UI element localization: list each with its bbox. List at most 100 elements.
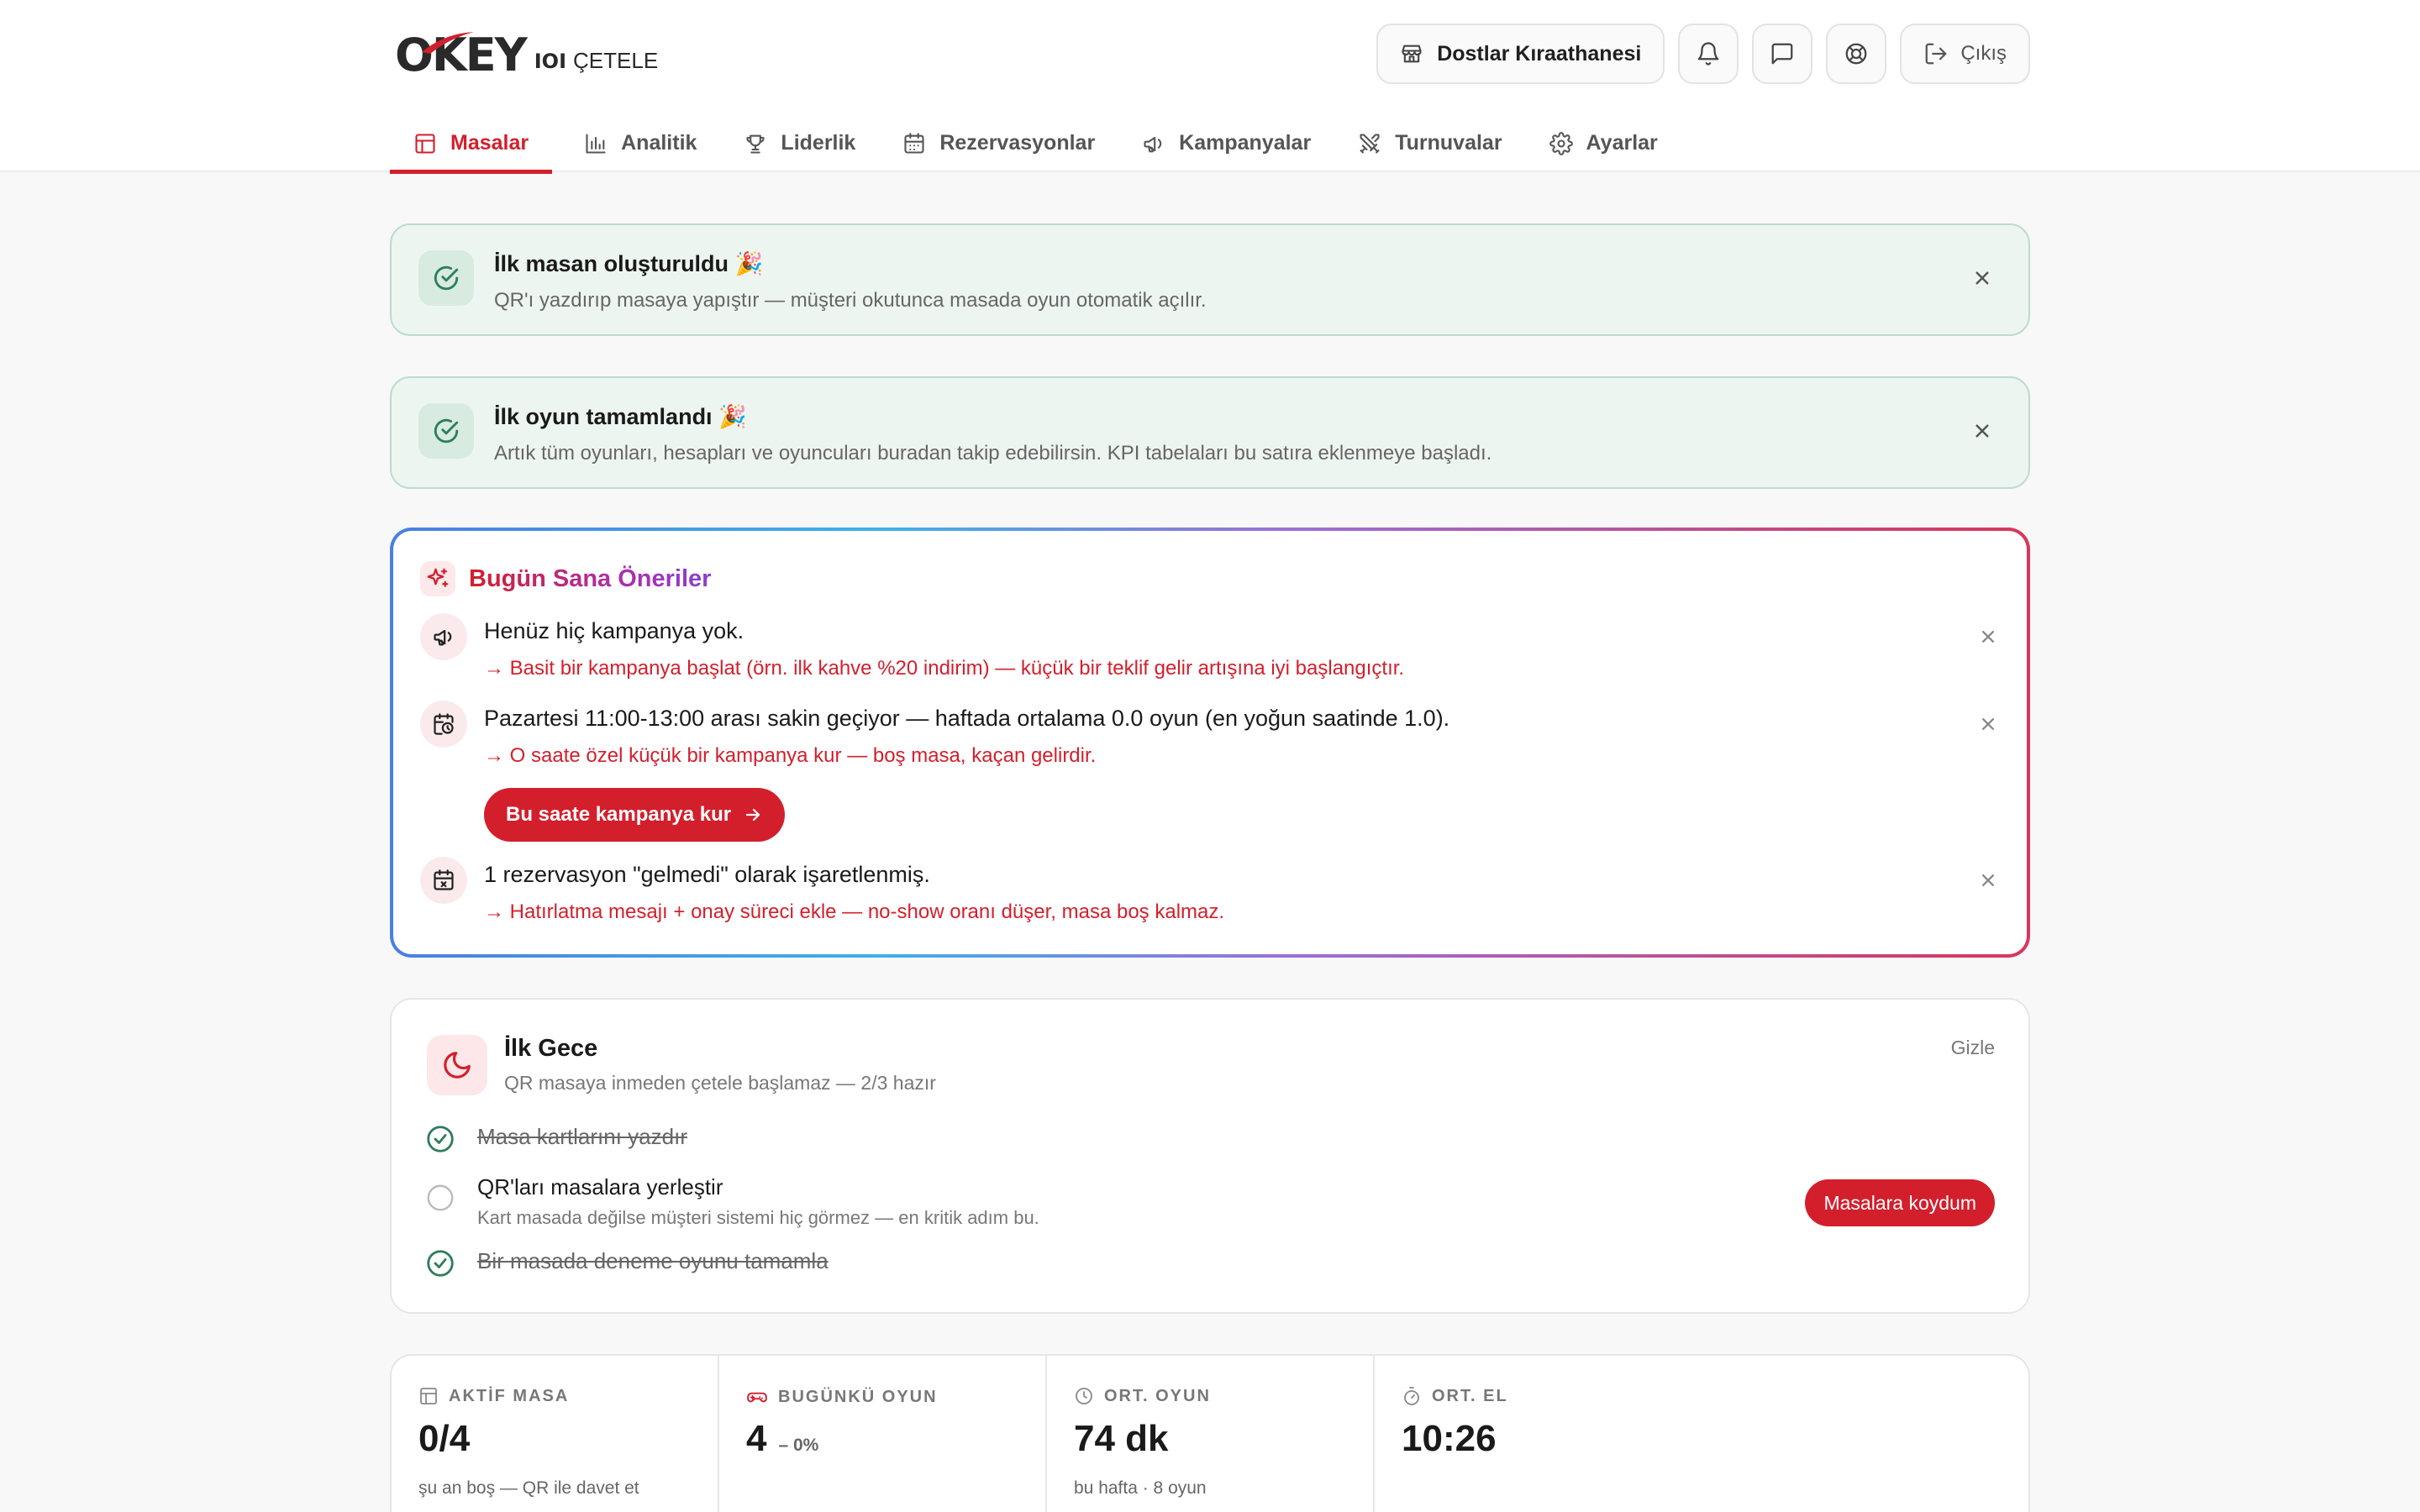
help-button[interactable] (1826, 24, 1887, 84)
close-icon (1975, 271, 1989, 285)
kpi-subtext: şu an boş — QR ile davet et (418, 1478, 639, 1498)
kpi-value: 10:26 (1402, 1418, 1497, 1459)
lifebuoy-icon (1845, 43, 1867, 65)
tab-turnuvalar[interactable]: Turnuvalar (1334, 114, 1525, 172)
moon-icon (427, 1035, 487, 1095)
kpi-card-active-tables: AKTİF MASA 0/4 şu an boş — QR ile davet … (392, 1356, 719, 1512)
kpi-value: 0/4 (418, 1418, 471, 1459)
empty-circle-icon (427, 1184, 454, 1211)
first-night-checklist-card: İlk Gece QR masaya inmeden çetele başlam… (390, 998, 2030, 1314)
banner-description: Artık tüm oyunları, hesapları ve oyuncul… (494, 442, 1492, 465)
megaphone-icon (420, 613, 467, 660)
kpi-label: ORT. OYUN (1104, 1386, 1211, 1405)
suggestion-action-link[interactable]: → Basit bir kampanya başlat (örn. ilk ka… (484, 657, 1404, 680)
success-banner-first-table: İlk masan oluşturuldu 🎉 QR'ı yazdırıp ma… (390, 223, 2030, 336)
kpi-label: ORT. EL (1432, 1386, 1508, 1405)
table-icon (420, 1388, 437, 1404)
kpi-strip: AKTİF MASA 0/4 şu an boş — QR ile davet … (390, 1354, 2030, 1512)
venue-selector-button[interactable]: Dostlar Kıraathanesi (1376, 24, 1665, 84)
chat-icon (1771, 43, 1793, 65)
check-circle-icon (418, 250, 474, 306)
checklist-step[interactable]: Masa kartlarını yazdır (425, 1124, 687, 1154)
banner-title: İlk masan oluşturuldu 🎉 (494, 251, 764, 276)
calendar-clock-icon (420, 701, 467, 748)
venue-name: Dostlar Kıraathanesi (1437, 41, 1642, 66)
mark-qr-placed-button[interactable]: Masalara koydum (1805, 1179, 1995, 1226)
suggestion-text: Henüz hiç kampanya yok. (484, 618, 744, 643)
suggestion-dismiss-button[interactable] (1976, 625, 2000, 648)
kpi-value: 74 dk (1074, 1418, 1169, 1459)
kpi-subtext: bu hafta · 8 oyun (1074, 1478, 1207, 1498)
close-icon (1982, 718, 1994, 730)
main-nav: Masalar Analitik Liderlik Rezervasyonlar… (390, 114, 1681, 174)
bell-icon (1697, 42, 1719, 66)
logout-icon (1925, 43, 1947, 65)
tab-ayarlar[interactable]: Ayarlar (1526, 114, 1681, 172)
gear-icon (1549, 131, 1573, 155)
suggestion-action-link[interactable]: → O saate özel küçük bir kampanya kur — … (484, 744, 1096, 768)
brand-logo[interactable]: OKEY IOI ÇETELE (395, 30, 658, 81)
tab-analitik[interactable]: Analitik (560, 114, 720, 172)
gamepad-icon (747, 1392, 767, 1403)
checklist-subtitle: QR masaya inmeden çetele başlamaz — 2/3 … (504, 1072, 936, 1094)
notifications-button[interactable] (1678, 24, 1739, 84)
suggestion-dismiss-button[interactable] (1976, 869, 2000, 892)
banner-description: QR'ı yazdırıp masaya yapıştır — müşteri … (494, 289, 1207, 312)
create-campaign-button[interactable]: Bu saate kampanya kur (484, 788, 786, 842)
banner-close-button[interactable] (1970, 418, 1995, 444)
check-circle-icon (427, 1126, 454, 1152)
clock-icon (1076, 1388, 1092, 1404)
swords-icon (1360, 133, 1380, 154)
suggestions-title: Bugün Sana Öneriler (469, 564, 712, 592)
kpi-value: 4 (746, 1418, 767, 1459)
logo-text: OKEY (395, 29, 528, 81)
arrow-right-icon (746, 808, 760, 822)
logout-label: Çıkış (1960, 42, 2007, 65)
suggestion-action-link[interactable]: → Hatırlatma mesajı + onay süreci ekle —… (484, 900, 1224, 924)
step-label: Bir masada deneme oyunu tamamla (477, 1248, 829, 1273)
check-circle-icon (427, 1250, 454, 1277)
suggestion-text: 1 rezervasyon "gelmedi" olarak işaretlen… (484, 862, 930, 887)
checklist-step[interactable]: QR'ları masalara yerleştir Kart masada d… (425, 1174, 1039, 1229)
calendar-icon (904, 132, 924, 154)
bar-chart-icon (586, 133, 606, 154)
banner-title: İlk oyun tamamlandı 🎉 (494, 404, 747, 429)
kpi-delta: – 0% (778, 1436, 819, 1455)
checklist-title: İlk Gece (504, 1035, 598, 1062)
kpi-label: AKTİF MASA (449, 1386, 570, 1405)
logo-swoosh-icon (422, 32, 474, 54)
megaphone-icon (1144, 136, 1162, 152)
close-icon (1982, 874, 1994, 886)
step-description: Kart masada değilse müşteri sistemi hiç … (477, 1207, 1039, 1228)
suggestion-text: Pazartesi 11:00-13:00 arası sakin geçiyo… (484, 706, 1450, 731)
tab-rezervasyonlar[interactable]: Rezervasyonlar (879, 114, 1118, 172)
success-banner-first-game: İlk oyun tamamlandı 🎉 Artık tüm oyunları… (390, 376, 2030, 489)
app-header: OKEY IOI ÇETELE Dostlar Kıraathanesi Çık… (0, 0, 2420, 174)
table-icon (415, 133, 435, 154)
check-circle-icon (418, 403, 474, 459)
suggestions-card: Bugün Sana Öneriler Henüz hiç kampanya y… (390, 528, 2030, 958)
kpi-card-todays-games: BUGÜNKÜ OYUN 4 – 0% (719, 1356, 1047, 1512)
logout-button[interactable]: Çıkış (1900, 24, 2030, 84)
close-icon (1975, 424, 1989, 438)
checklist-step[interactable]: Bir masada deneme oyunu tamamla (425, 1248, 829, 1278)
tab-masalar[interactable]: Masalar (390, 114, 553, 174)
kpi-card-avg-hand: ORT. EL 10:26 (1375, 1356, 2028, 1512)
trophy-icon (746, 134, 765, 154)
messages-button[interactable] (1752, 24, 1813, 84)
logo-subtitle: IOI ÇETELE (534, 48, 659, 73)
tab-liderlik[interactable]: Liderlik (720, 114, 879, 172)
step-label: Masa kartlarını yazdır (477, 1124, 687, 1149)
banner-close-button[interactable] (1970, 265, 1995, 291)
step-label: QR'ları masalara yerleştir (477, 1174, 723, 1200)
timer-icon (1404, 1387, 1419, 1405)
close-icon (1982, 631, 1994, 643)
calendar-x-icon (420, 857, 467, 904)
kpi-label: BUGÜNKÜ OYUN (778, 1387, 938, 1406)
hide-checklist-button[interactable]: Gizle (1951, 1037, 1995, 1059)
sparkles-icon (420, 561, 455, 596)
suggestion-dismiss-button[interactable] (1976, 712, 2000, 736)
store-icon (1402, 45, 1422, 63)
kpi-card-avg-game: ORT. OYUN 74 dk bu hafta · 8 oyun (1047, 1356, 1375, 1512)
tab-kampanyalar[interactable]: Kampanyalar (1118, 114, 1334, 172)
